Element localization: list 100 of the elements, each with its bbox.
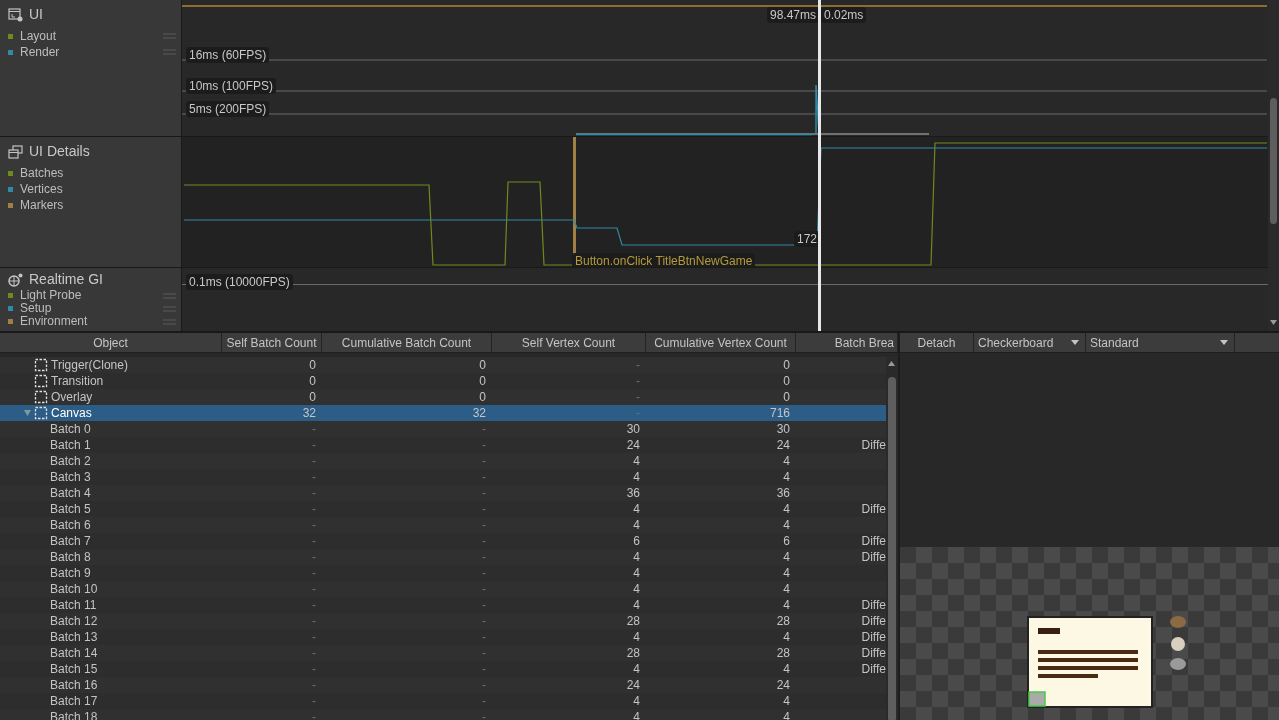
table-row[interactable]: Trigger(Clone) 0 0 - 0 [0,357,886,373]
object-name: Batch 1 [50,438,91,452]
table-cell-text: 0 [308,390,317,404]
column-header[interactable]: Self Batch Count [222,333,322,352]
expand-triangle-icon[interactable] [24,410,31,416]
table-row[interactable]: Batch 8 - - 4 4 Diffe [0,549,886,565]
selection-line[interactable] [818,0,821,331]
table-cell-text: 36 [775,486,791,500]
table-cell-text: - [635,374,641,388]
windows-icon [8,144,23,159]
column-header[interactable]: Cumulative Vertex Count [646,333,796,352]
table-cell-text: 4 [782,454,791,468]
module-title[interactable]: UI Details [29,143,90,160]
table-cell-text: - [481,678,487,692]
selection-value-label: 0.02ms [821,7,867,23]
table-cell-text: 4 [782,518,791,532]
table-cell-text: - [481,646,487,660]
table-row[interactable]: Batch 14 - - 28 28 Diffe [0,645,886,661]
table-row[interactable]: Overlay 0 0 - 0 [0,389,886,405]
table-cell-text: Diffe [860,598,886,612]
table-row[interactable]: Batch 9 - - 4 4 [0,565,886,581]
threshold-label: 16ms (60FPS) [186,47,270,63]
module-title[interactable]: Realtime GI [29,271,103,288]
legend-swatch[interactable] [8,202,13,208]
table-row[interactable]: Transition 0 0 - 0 [0,373,886,389]
table-row[interactable]: Batch 4 - - 36 36 [0,485,886,501]
table-cell-text: - [481,518,487,532]
dashed-square-icon [34,374,48,388]
table-cell-text: - [311,518,317,532]
table-row[interactable]: Batch 11 - - 4 4 Diffe [0,597,886,613]
table-cell-text: - [481,422,487,436]
table-row[interactable]: Batch 3 - - 4 4 [0,469,886,485]
dashed-square-icon [34,358,48,372]
object-name: Batch 2 [50,454,91,468]
table-cell-text: 4 [782,566,791,580]
table-row[interactable]: Batch 5 - - 4 4 Diffe [0,501,886,517]
legend-swatch[interactable] [8,306,13,311]
table-cell-text: 4 [782,598,791,612]
object-name: Batch 16 [50,678,98,692]
legend-swatch[interactable] [8,319,13,324]
table-cell-text: 716 [768,406,791,420]
module-title[interactable]: UI [29,6,43,23]
table-cell-text: 4 [782,550,791,564]
threshold-label: 5ms (200FPS) [186,101,270,117]
table-cell-text: 0 [782,374,791,388]
table-cell-text: - [311,694,317,708]
table-row[interactable]: Batch 15 - - 4 4 Diffe [0,661,886,677]
table-row[interactable]: Batch 1 - - 24 24 Diffe [0,437,886,453]
object-name: Trigger(Clone) [51,358,128,372]
table-cell-text: 24 [625,438,641,452]
object-name: Batch 10 [50,582,98,596]
table-cell-text: 30 [775,422,791,436]
table-cell-text: - [311,566,317,580]
legend-swatch[interactable] [8,170,13,176]
object-name: Batch 11 [50,598,97,612]
table-cell-text: - [635,358,641,372]
table-cell-text: 28 [775,646,791,660]
column-header[interactable]: Object [0,333,222,352]
legend-swatch[interactable] [8,33,13,39]
table-cell-text: - [311,678,317,692]
table-row[interactable]: Batch 13 - - 4 4 Diffe [0,629,886,645]
table-row[interactable]: Batch 16 - - 24 24 [0,677,886,693]
table-cell-text: 6 [782,534,791,548]
dashed-square-icon [34,390,48,404]
legend-swatch[interactable] [8,293,13,298]
table-cell-text: 28 [625,646,641,660]
table-cell-text: Diffe [860,614,886,628]
table-row[interactable]: Batch 6 - - 4 4 [0,517,886,533]
table-cell-text: 0 [308,374,317,388]
table-row[interactable]: Batch 2 - - 4 4 [0,453,886,469]
table-cell-text: - [481,598,487,612]
table-row[interactable]: Canvas 32 32 - 716 [0,405,886,421]
legend-swatch[interactable] [8,49,13,55]
legend-label: Vertices [20,182,64,196]
object-name: Canvas [51,406,92,420]
legend-label: Setup [20,302,53,315]
table-cell-text: 4 [632,662,641,676]
table-row[interactable]: Batch 17 - - 4 4 [0,693,886,709]
scrollbar-thumb[interactable] [1270,98,1277,224]
scrollbar-thumb[interactable] [888,377,896,720]
legend-swatch[interactable] [8,186,13,192]
table-row[interactable]: Batch 12 - - 28 28 Diffe [0,613,886,629]
table-cell-text: 32 [301,406,317,420]
scroll-up-icon[interactable] [888,361,895,366]
table-cell-text: 4 [782,582,791,596]
table-cell-text: - [311,486,317,500]
table-cell-text: 4 [632,470,641,484]
table-cell-text: - [481,694,487,708]
column-header[interactable]: Cumulative Batch Count [322,333,492,352]
table-row[interactable]: Batch 10 - - 4 4 [0,581,886,597]
table-cell-text: - [635,406,641,420]
table-row[interactable]: Batch 0 - - 30 30 [0,421,886,437]
table-row[interactable]: Batch 7 - - 6 6 Diffe [0,533,886,549]
table-cell-text: 4 [632,582,641,596]
column-header[interactable]: Batch Brea [796,333,898,352]
table-cell-text: - [311,502,317,516]
table-cell-text: - [311,534,317,548]
scroll-down-icon[interactable] [1270,320,1277,325]
column-header[interactable]: Self Vertex Count [492,333,646,352]
table-cell-text: - [311,454,317,468]
